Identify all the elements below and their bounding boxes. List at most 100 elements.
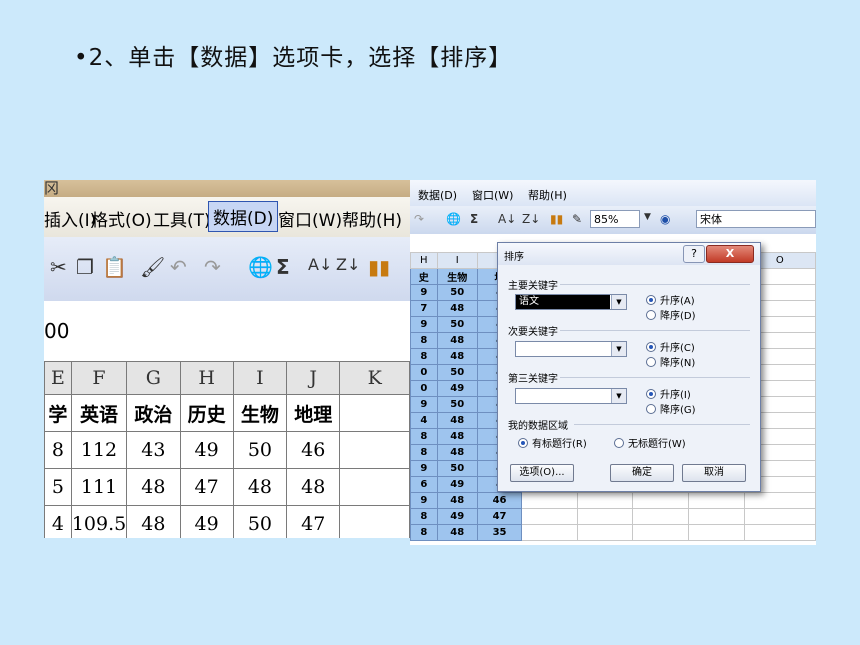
close-button[interactable]: X	[706, 245, 754, 263]
cell[interactable]: 8	[410, 444, 438, 461]
menu-data[interactable]: 数据(D)	[208, 201, 279, 232]
chart-icon[interactable]: ▮▮	[368, 255, 390, 279]
cell[interactable]: 史	[410, 268, 438, 285]
menu-data[interactable]: 数据(D)	[418, 187, 457, 203]
redo-icon[interactable]: ↷	[204, 255, 221, 279]
cell[interactable]: 50	[436, 316, 478, 333]
cell[interactable]: 109.5	[70, 505, 128, 538]
cell[interactable]: 46	[476, 492, 523, 509]
cell[interactable]	[339, 431, 410, 469]
cell[interactable]: 49	[179, 505, 234, 538]
column-header[interactable]: G	[126, 361, 181, 395]
third-key-select[interactable]: ▼	[515, 388, 627, 404]
cell[interactable]: 48	[436, 300, 478, 317]
cell[interactable]: 政治	[126, 394, 181, 432]
cell[interactable]: 生物	[436, 268, 478, 285]
hyperlink-icon[interactable]: 🌐	[446, 212, 461, 226]
cell[interactable]: 50	[436, 460, 478, 477]
menu-window[interactable]: 窗口(W)	[472, 187, 513, 203]
cell[interactable]: 5	[44, 468, 72, 506]
autosum-icon[interactable]: Σ	[470, 212, 478, 226]
dialog-titlebar[interactable]: 排序 ? X	[498, 243, 760, 265]
column-header[interactable]: K	[339, 361, 410, 395]
cell[interactable]: 47	[179, 468, 234, 506]
cell[interactable]: 48	[436, 492, 478, 509]
descending-radio-1[interactable]: 降序(D)	[646, 307, 696, 322]
cell[interactable]: 4	[410, 412, 438, 429]
cell[interactable]: 48	[232, 468, 288, 506]
cell[interactable]: 48	[436, 428, 478, 445]
cell[interactable]: 8	[410, 524, 438, 541]
ascending-radio-2[interactable]: 升序(C)	[646, 339, 695, 354]
hyperlink-icon[interactable]: 🌐	[248, 255, 273, 279]
menu-tools[interactable]: 工具(T)	[153, 206, 211, 231]
column-header[interactable]: I	[436, 252, 478, 269]
cell[interactable]: 6	[410, 476, 438, 493]
cell[interactable]: 9	[410, 492, 438, 509]
cell[interactable]: 历史	[179, 394, 234, 432]
undo-icon[interactable]: ↶	[170, 255, 187, 279]
column-header[interactable]: H	[179, 361, 234, 395]
paste-icon[interactable]: 📋	[102, 255, 127, 279]
cell[interactable]: 8	[44, 431, 72, 469]
cell[interactable]: 50	[436, 396, 478, 413]
cell[interactable]: 生物	[232, 394, 288, 432]
cell[interactable]: 48	[126, 505, 181, 538]
column-header[interactable]: I	[232, 361, 288, 395]
help-button[interactable]: ?	[683, 245, 705, 263]
cell[interactable]: 4	[44, 505, 72, 538]
cell[interactable]: 48	[286, 468, 341, 506]
menu-help[interactable]: 帮助(H)	[528, 187, 567, 203]
column-header[interactable]: E	[44, 361, 72, 395]
menu-insert[interactable]: 插入(I)	[44, 206, 96, 231]
menu-format[interactable]: 格式(O)	[91, 206, 152, 231]
cell[interactable]	[339, 468, 410, 506]
cell[interactable]: 0	[410, 364, 438, 381]
ascending-radio-1[interactable]: 升序(A)	[646, 292, 695, 307]
cell[interactable]: 8	[410, 428, 438, 445]
chevron-down-icon[interactable]: ▼	[611, 295, 626, 309]
menu-help[interactable]: 帮助(H)	[342, 206, 402, 231]
drawing-icon[interactable]: ✎	[572, 212, 582, 226]
secondary-key-select[interactable]: ▼	[515, 341, 627, 357]
formula-bar[interactable]: 00	[44, 301, 410, 362]
column-header[interactable]: J	[286, 361, 341, 395]
sort-descending-icon[interactable]: Z↓	[522, 212, 540, 226]
cell[interactable]: 49	[436, 508, 478, 525]
cell[interactable]: 112	[70, 431, 128, 469]
font-select[interactable]: 宋体	[696, 210, 816, 228]
cell[interactable]: 48	[436, 332, 478, 349]
cell[interactable]: 9	[410, 316, 438, 333]
copy-icon[interactable]: ❐	[76, 255, 94, 279]
column-header[interactable]: F	[70, 361, 128, 395]
options-button[interactable]: 选项(O)...	[510, 464, 574, 482]
cell[interactable]: 50	[232, 505, 288, 538]
cut-icon[interactable]: ✂	[50, 255, 67, 279]
cell[interactable]: 48	[436, 444, 478, 461]
sort-ascending-icon[interactable]: A↓	[308, 255, 332, 274]
cancel-button[interactable]: 取消	[682, 464, 746, 482]
cell[interactable]: 48	[436, 524, 478, 541]
cell[interactable]: 8	[410, 348, 438, 365]
primary-key-select[interactable]: 语文 ▼	[515, 294, 627, 310]
has-header-radio[interactable]: 有标题行(R)	[518, 435, 587, 450]
chevron-down-icon[interactable]: ▼	[611, 342, 626, 356]
cell[interactable]: 8	[410, 508, 438, 525]
cell[interactable]: 46	[286, 431, 341, 469]
autosum-icon[interactable]: Σ	[276, 255, 290, 279]
sort-ascending-icon[interactable]: A↓	[498, 212, 516, 226]
cell[interactable]: 学	[44, 394, 72, 432]
cell[interactable]: 0	[410, 380, 438, 397]
column-header[interactable]: H	[410, 252, 438, 269]
ascending-radio-3[interactable]: 升序(I)	[646, 386, 691, 401]
cell[interactable]: 英语	[70, 394, 128, 432]
zoom-select[interactable]: 85%	[590, 210, 640, 228]
chart-icon[interactable]: ▮▮	[550, 212, 563, 226]
cell[interactable]: 7	[410, 300, 438, 317]
cell[interactable]: 9	[410, 284, 438, 301]
cell[interactable]: 50	[232, 431, 288, 469]
cell[interactable]: 47	[476, 508, 523, 525]
cell[interactable]: 49	[179, 431, 234, 469]
cell[interactable]: 49	[436, 380, 478, 397]
descending-radio-3[interactable]: 降序(G)	[646, 401, 696, 416]
